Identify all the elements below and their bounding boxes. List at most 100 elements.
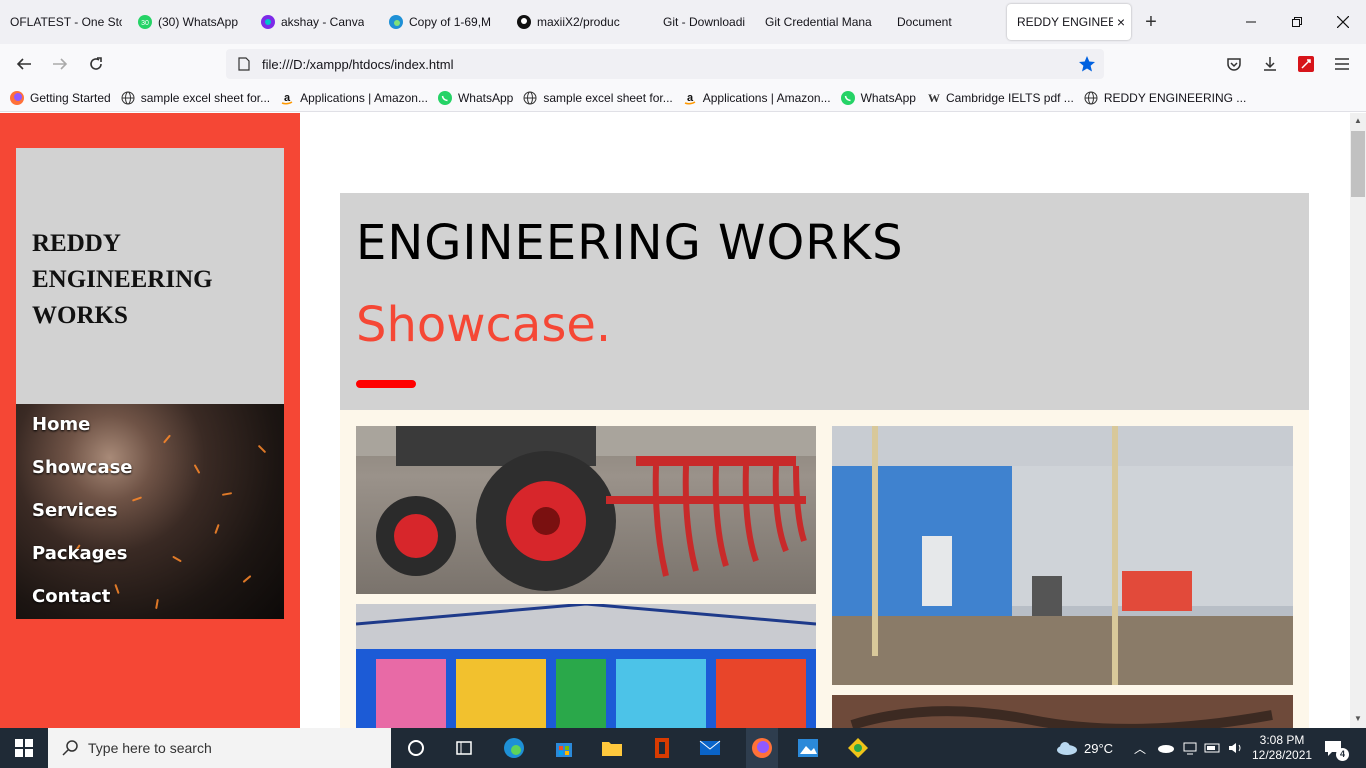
- tab-git-download[interactable]: Git - Downloadi: [647, 0, 755, 44]
- restore-button[interactable]: [1274, 0, 1320, 44]
- nav-home[interactable]: Home: [32, 414, 90, 435]
- bookmark-sample-excel-2[interactable]: sample excel sheet for...: [523, 90, 673, 105]
- scroll-up-icon[interactable]: ▲: [1354, 116, 1362, 125]
- volume-icon[interactable]: [1228, 728, 1246, 768]
- nav-showcase[interactable]: Showcase: [32, 457, 133, 478]
- taskbar-search-box[interactable]: Type here to search: [48, 728, 391, 768]
- tab-github[interactable]: maxiiX2/produc: [507, 0, 647, 44]
- tab-label: Git Credential Mana: [765, 15, 872, 29]
- workshop-shed-image[interactable]: [832, 426, 1293, 685]
- bookmark-cambridge-ielts[interactable]: W Cambridge IELTS pdf ...: [926, 91, 1074, 105]
- plus-icon: +: [1145, 10, 1157, 33]
- file-explorer-icon[interactable]: [600, 736, 624, 760]
- tab-reddy-engineering[interactable]: REDDY ENGINEER ×: [1007, 4, 1131, 40]
- bookmark-whatsapp-2[interactable]: WhatsApp: [840, 90, 916, 105]
- address-bar[interactable]: file:///D:/xampp/htdocs/index.html: [226, 49, 1104, 79]
- reload-button[interactable]: [78, 48, 114, 80]
- bookmark-label: WhatsApp: [457, 90, 514, 105]
- scroll-down-icon[interactable]: ▼: [1354, 714, 1362, 723]
- url-text: file:///D:/xampp/htdocs/index.html: [262, 56, 454, 72]
- clock[interactable]: 3:08 PM 12/28/2021: [1252, 728, 1312, 768]
- site-sidebar: REDDY ENGINEERING WORKS Home Showcase Se…: [0, 113, 300, 728]
- hamburger-menu-icon: [1335, 58, 1349, 70]
- extension-icon: [1298, 56, 1314, 72]
- canva-icon: [261, 15, 275, 29]
- tab-document[interactable]: Document: [883, 0, 1007, 44]
- close-icon[interactable]: ×: [1117, 14, 1125, 30]
- clock-time: 3:08 PM: [1259, 733, 1305, 747]
- brand-line: ENGINEERING: [32, 266, 213, 293]
- tab-label: OFLATEST - One Sto: [10, 15, 122, 29]
- firefox-icon: [10, 90, 24, 105]
- bookmark-reddy-engineering[interactable]: REDDY ENGINEERING ...: [1084, 91, 1246, 105]
- bookmark-label: sample excel sheet for...: [140, 90, 271, 105]
- bookmark-label: Getting Started: [30, 90, 111, 105]
- nav-contact[interactable]: Contact: [32, 586, 110, 607]
- cloud-icon: [1056, 740, 1078, 756]
- bookmark-label: sample excel sheet for...: [543, 90, 673, 105]
- bookmark-label: Applications | Amazon...: [300, 90, 428, 105]
- cortana-icon[interactable]: [404, 736, 428, 760]
- app-icon[interactable]: [846, 736, 870, 760]
- windows-start-icon[interactable]: [12, 736, 36, 760]
- close-icon: [1337, 16, 1349, 28]
- tab-oflatest[interactable]: OFLATEST - One Sto: [0, 0, 128, 44]
- minimize-button[interactable]: [1228, 0, 1274, 44]
- bookmark-label: Cambridge IELTS pdf ...: [945, 90, 1074, 105]
- chevron-up-icon[interactable]: ︿: [1134, 728, 1146, 768]
- tractor-cultivator-image[interactable]: [356, 426, 816, 594]
- tab-canva[interactable]: akshay - Canva: [251, 0, 379, 44]
- windows-taskbar: Type here to search 29°C ︿ 3:08 PM 12/28…: [0, 728, 1366, 768]
- battery-icon[interactable]: [1204, 728, 1222, 768]
- arrow-right-icon: [53, 58, 68, 70]
- office-icon[interactable]: [650, 736, 674, 760]
- nav-services[interactable]: Services: [32, 500, 118, 521]
- whatsapp-icon: [437, 90, 452, 105]
- whatsapp-icon: [840, 90, 855, 105]
- close-window-button[interactable]: [1320, 0, 1366, 44]
- pocket-button[interactable]: [1216, 48, 1252, 80]
- downloads-button[interactable]: [1252, 48, 1288, 80]
- reload-icon: [90, 57, 102, 70]
- bookmark-star-icon[interactable]: [1078, 55, 1096, 73]
- steel-fabrication-image[interactable]: [832, 695, 1293, 728]
- tab-copy-of[interactable]: Copy of 1-69,M: [379, 0, 507, 44]
- showcase-gallery: [340, 410, 1309, 728]
- svg-text:30: 30: [141, 20, 149, 27]
- search-icon: [62, 740, 78, 756]
- tab-git-credential[interactable]: Git Credential Mana: [755, 0, 883, 44]
- w-icon: W: [926, 91, 940, 105]
- tab-whatsapp[interactable]: 30 (30) WhatsApp: [128, 0, 251, 44]
- store-icon[interactable]: [552, 736, 576, 760]
- edge-icon[interactable]: [502, 736, 526, 760]
- bookmark-sample-excel[interactable]: sample excel sheet for...: [121, 91, 270, 105]
- minimize-icon: [1246, 21, 1256, 23]
- notification-center[interactable]: 4: [1324, 728, 1357, 768]
- forward-button[interactable]: [42, 48, 78, 80]
- globe-icon: [121, 91, 135, 105]
- tab-label: Document: [897, 15, 952, 29]
- menu-button[interactable]: [1324, 48, 1360, 80]
- firefox-taskbar-icon[interactable]: [746, 728, 778, 768]
- extension-button[interactable]: [1288, 48, 1324, 80]
- page-scrollbar[interactable]: ▲ ▼: [1350, 113, 1366, 728]
- network-icon[interactable]: [1182, 728, 1198, 768]
- bookmark-amazon-applications-2[interactable]: a Applications | Amazon...: [683, 91, 831, 105]
- onedrive-icon[interactable]: [1156, 728, 1174, 768]
- back-button[interactable]: [6, 48, 42, 80]
- bookmark-whatsapp[interactable]: WhatsApp: [437, 90, 514, 105]
- pocket-icon: [1227, 58, 1241, 71]
- photos-icon[interactable]: [796, 736, 820, 760]
- new-tab-button[interactable]: +: [1131, 0, 1171, 44]
- weather-widget[interactable]: 29°C: [1056, 728, 1113, 768]
- nav-packages[interactable]: Packages: [32, 543, 127, 564]
- welder-nav-background: Home Showcase Services Packages Contact: [16, 404, 284, 619]
- bookmark-getting-started[interactable]: Getting Started: [10, 90, 111, 105]
- task-view-icon[interactable]: [452, 736, 476, 760]
- bookmark-amazon-applications[interactable]: a Applications | Amazon...: [280, 91, 428, 105]
- mail-icon[interactable]: [698, 736, 722, 760]
- scrollbar-thumb[interactable]: [1351, 131, 1365, 197]
- weather-temp: 29°C: [1084, 740, 1114, 756]
- truck-painting-image[interactable]: [356, 604, 816, 728]
- tab-label: akshay - Canva: [281, 15, 365, 29]
